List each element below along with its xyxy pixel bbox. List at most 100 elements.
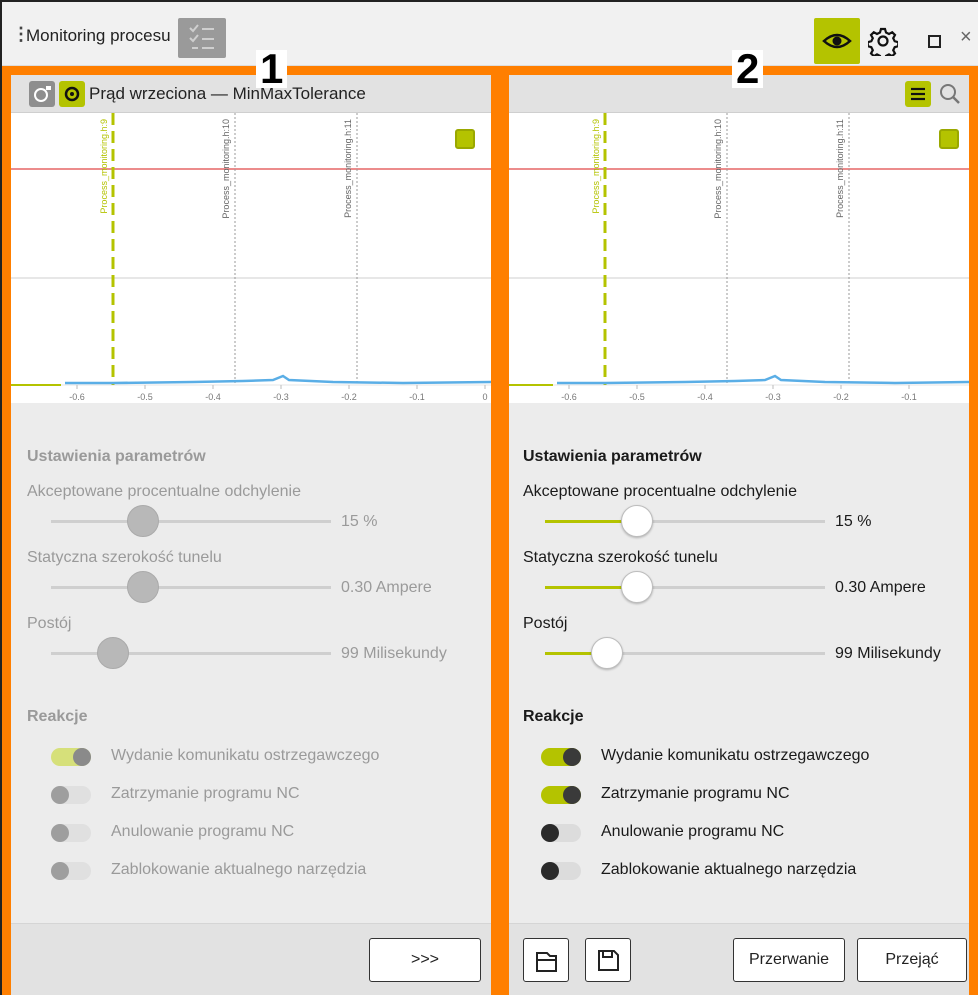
toggle-knob <box>563 786 581 804</box>
signal-trace <box>557 374 969 385</box>
param-label: Akceptowane procentualne odchylenie <box>27 483 301 500</box>
reaction-label: Zatrzymanie programu NC <box>111 785 300 802</box>
checklist-button[interactable] <box>178 18 226 58</box>
param-slider-thumb[interactable] <box>127 505 159 537</box>
x-tick-label: -0.3 <box>273 392 289 402</box>
toggle-knob <box>73 748 91 766</box>
panel-title: Prąd wrzeciona — MinMaxTolerance <box>89 84 366 103</box>
program-marker-label: Process_monitoring.h:10 <box>713 119 723 219</box>
reaction-label: Zatrzymanie programu NC <box>601 785 790 802</box>
open-file-button[interactable] <box>523 938 569 982</box>
gear-icon[interactable] <box>59 81 85 107</box>
left-panel: Prąd wrzeciona — MinMaxTolerance Process… <box>2 66 500 995</box>
callout-1: 1 <box>256 48 288 90</box>
reaction-label: Anulowanie programu NC <box>601 823 785 840</box>
chart-select-checkbox[interactable] <box>455 129 475 149</box>
x-tick-label: -0.4 <box>205 392 221 402</box>
reaction-label: Wydanie komunikatu ostrzegawczego <box>111 747 380 764</box>
toggle-knob <box>51 786 69 804</box>
toggle-knob <box>541 862 559 880</box>
param-label: Statyczna szerokość tunelu <box>27 549 222 566</box>
reaction-label: Wydanie komunikatu ostrzegawczego <box>601 747 870 764</box>
reaction-toggle[interactable] <box>51 824 91 842</box>
view-toggle-button[interactable] <box>814 18 860 64</box>
toggle-knob <box>563 748 581 766</box>
maximize-icon[interactable] <box>928 35 941 48</box>
param-value: 0.30 Ampere <box>835 579 926 596</box>
param-value: 0.30 Ampere <box>341 579 432 596</box>
x-tick-label: -0.4 <box>697 392 713 402</box>
next-button[interactable]: >>> <box>369 938 481 982</box>
zoom-icon[interactable] <box>937 81 963 107</box>
cancel-button[interactable]: Przerwanie <box>733 938 845 982</box>
save-button[interactable] <box>585 938 631 982</box>
x-tick-label: -0.2 <box>341 392 357 402</box>
param-value: 15 % <box>835 513 872 530</box>
program-marker-label: Process_monitoring.h:10 <box>221 119 231 219</box>
panel-content: Ustawienia parametrów Reakcje Akceptowan… <box>11 403 491 995</box>
panel-header: Prąd wrzeciona — MinMaxTolerance <box>11 75 491 113</box>
reaction-toggle[interactable] <box>51 748 91 766</box>
reaction-label: Zablokowanie aktualnego narzędzia <box>601 861 857 878</box>
param-slider-thumb[interactable] <box>621 505 653 537</box>
reaction-toggle[interactable] <box>51 786 91 804</box>
program-marker-label: Process_monitoring.h:11 <box>835 119 845 218</box>
x-tick-label: -0.3 <box>765 392 781 402</box>
program-marker-label: Process_monitoring.h:9 <box>591 119 601 214</box>
param-label: Akceptowane procentualne odchylenie <box>523 483 797 500</box>
reaction-label: Anulowanie programu NC <box>111 823 295 840</box>
reaction-toggle[interactable] <box>541 748 581 766</box>
signal-trace <box>65 374 491 385</box>
chart-select-checkbox[interactable] <box>939 129 959 149</box>
list-view-icon[interactable] <box>905 81 931 107</box>
param-value: 15 % <box>341 513 378 530</box>
open-file-icon <box>536 952 557 972</box>
param-slider-thumb[interactable] <box>127 571 159 603</box>
settings-button[interactable] <box>866 26 900 61</box>
reactions-heading: Reakcje <box>27 708 88 725</box>
save-icon <box>598 950 619 971</box>
toggle-knob <box>541 824 559 842</box>
param-label: Postój <box>523 615 568 632</box>
title-bar: ⋮ Monitoring procesu × <box>2 2 978 66</box>
param-label: Postój <box>27 615 72 632</box>
param-label: Statyczna szerokość tunelu <box>523 549 718 566</box>
param-value: 99 Milisekundy <box>835 645 941 662</box>
reaction-label: Zablokowanie aktualnego narzędzia <box>111 861 367 878</box>
program-marker-label: Process_monitoring.h:11 <box>343 119 353 218</box>
monitoring-task-icon[interactable] <box>29 81 55 107</box>
x-tick-label: -0.5 <box>137 392 153 402</box>
settings-heading: Ustawienia parametrów <box>27 448 206 465</box>
x-tick-label: -0.5 <box>629 392 645 402</box>
app-title: Monitoring procesu <box>26 26 171 45</box>
signal-chart: Process_monitoring.h:9 Process_monitoring… <box>509 113 969 403</box>
panel-footer: >>> <box>11 923 491 995</box>
settings-heading: Ustawienia parametrów <box>523 448 702 465</box>
reaction-toggle[interactable] <box>541 862 581 880</box>
x-tick-label: -0.1 <box>409 392 425 402</box>
param-value: 99 Milisekundy <box>341 645 447 662</box>
param-slider-thumb[interactable] <box>591 637 623 669</box>
reaction-toggle[interactable] <box>51 862 91 880</box>
param-slider-thumb[interactable] <box>621 571 653 603</box>
program-marker-label: Process_monitoring.h:9 <box>99 119 109 214</box>
right-panel: Process_monitoring.h:9 Process_monitoring… <box>500 66 978 995</box>
reactions-heading: Reakcje <box>523 708 584 725</box>
callout-2: 2 <box>732 48 764 90</box>
signal-chart: Process_monitoring.h:9 Process_monitoring… <box>11 113 491 403</box>
x-tick-label: -0.2 <box>833 392 849 402</box>
reaction-toggle[interactable] <box>541 786 581 804</box>
param-slider-thumb[interactable] <box>97 637 129 669</box>
x-tick-label: 0 <box>482 392 487 402</box>
toggle-knob <box>51 862 69 880</box>
panel-content: Ustawienia parametrów Reakcje Akceptowan… <box>509 403 969 995</box>
reaction-toggle[interactable] <box>541 824 581 842</box>
close-icon[interactable]: × <box>960 26 972 49</box>
checklist-icon <box>189 24 214 49</box>
apply-button[interactable]: Przejąć <box>857 938 967 982</box>
x-tick-label: -0.1 <box>901 392 917 402</box>
toggle-knob <box>51 824 69 842</box>
x-tick-label: -0.6 <box>561 392 577 402</box>
panel-footer: Przerwanie Przejąć <box>509 923 969 995</box>
gear-icon <box>866 27 900 61</box>
